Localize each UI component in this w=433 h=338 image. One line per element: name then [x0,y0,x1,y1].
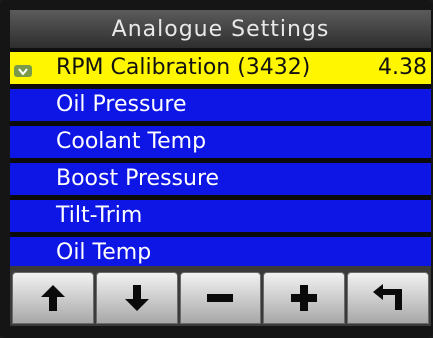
back-icon [373,284,403,310]
up-button[interactable] [12,272,94,324]
menu-item-label: Boost Pressure [56,166,220,191]
display-screen: Analogue Settings RPM Calibration (3432)… [10,10,431,326]
screen-title-text: Analogue Settings [111,16,330,42]
plus-icon [291,285,318,311]
plus-button[interactable] [263,272,346,324]
menu-item-oil-temp[interactable]: Oil Temp [10,237,431,269]
arrow-down-icon [124,285,149,311]
menu-item-label: RPM Calibration (3432) [56,55,311,80]
menu-item-label: Oil Pressure [56,92,187,117]
arrow-up-icon [40,285,65,311]
menu-item-tilt-trim[interactable]: Tilt-Trim [10,200,431,232]
menu-item-label: Oil Temp [56,240,152,265]
menu-item-oil-pressure[interactable]: Oil Pressure [10,89,431,121]
minus-button[interactable] [179,272,262,324]
down-button[interactable] [95,272,178,324]
menu-item-coolant-temp[interactable]: Coolant Temp [10,126,431,158]
menu-item-value: 4.38 [378,55,427,80]
menu-item-boost-pressure[interactable]: Boost Pressure [10,163,431,195]
settings-menu: RPM Calibration (3432) 4.38 Oil Pressure… [10,52,431,269]
menu-item-label: Coolant Temp [56,129,207,154]
chevron-down-icon [14,65,32,77]
screen-title: Analogue Settings [10,10,431,50]
minus-icon [207,294,234,302]
menu-item-label: Tilt-Trim [56,203,143,228]
device-frame: Analogue Settings RPM Calibration (3432)… [0,0,433,338]
back-button[interactable] [347,272,429,324]
menu-item-rpm-calibration[interactable]: RPM Calibration (3432) 4.38 [10,52,431,84]
soft-button-bar [10,266,431,326]
